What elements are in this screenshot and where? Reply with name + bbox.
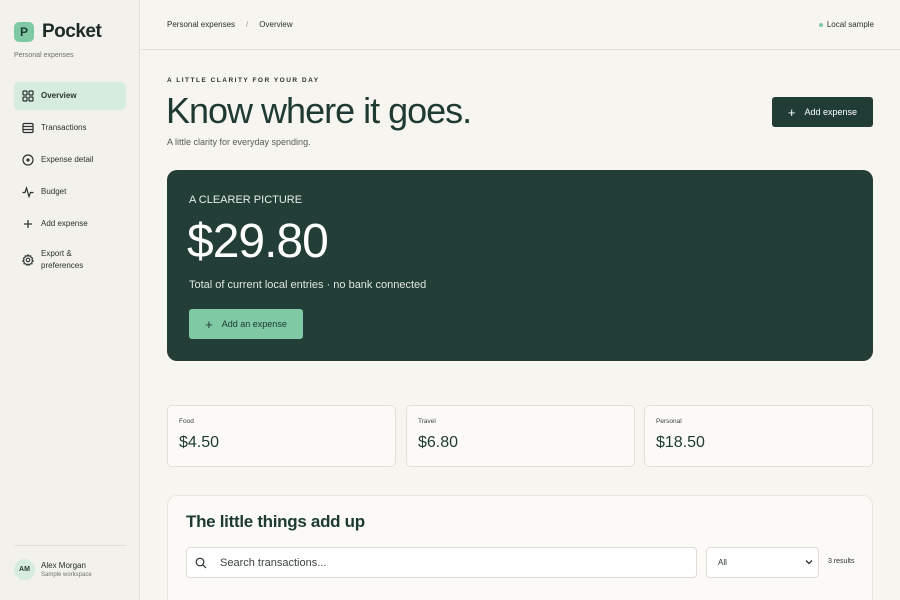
category-card-personal[interactable]: Personal $18.50 xyxy=(644,405,873,467)
search-icon xyxy=(195,557,207,568)
add-expense-label: Add expense xyxy=(804,107,858,117)
breadcrumb-item-overview: Overview xyxy=(259,20,293,29)
category-value: $4.50 xyxy=(179,434,220,451)
add-expense-button[interactable]: + Add expense xyxy=(772,97,873,127)
chevron-down-icon xyxy=(805,560,813,565)
page-subtitle: A little clarity for everyday spending. xyxy=(167,137,311,147)
category-name: Food xyxy=(179,418,194,425)
sidebar-item-label: Expense detail xyxy=(41,155,94,164)
sidebar-item-label: Budget xyxy=(41,187,67,196)
circle-info-icon xyxy=(22,154,34,166)
sidebar-item-label: Transactions xyxy=(41,123,87,132)
category-card-travel[interactable]: Travel $6.80 xyxy=(406,405,635,467)
search-input[interactable] xyxy=(220,556,660,569)
transactions-card: The little things add up All 3 results xyxy=(167,495,873,600)
user-name: Alex Morgan xyxy=(41,561,86,570)
category-name: Personal xyxy=(656,418,682,425)
list-icon xyxy=(22,122,34,134)
sidebar-item-overview[interactable]: Overview xyxy=(14,82,126,110)
status-label: Local sample xyxy=(826,20,874,29)
sidebar-item-expense-detail[interactable]: Expense detail xyxy=(14,146,126,174)
sidebar-item-add-expense[interactable]: Add expense xyxy=(14,210,126,238)
pulse-icon xyxy=(22,186,34,198)
grid-icon xyxy=(22,90,34,102)
plus-icon: + xyxy=(205,316,213,332)
sidebar-item-budget[interactable]: Budget xyxy=(14,178,126,206)
summary-hero-card: A CLEARER PICTURE $29.80 Total of curren… xyxy=(167,170,873,361)
breadcrumb: Personal expenses / Overview xyxy=(167,20,293,29)
total-amount: $29.80 xyxy=(187,215,329,268)
category-filter-select[interactable]: All xyxy=(706,547,819,578)
add-an-expense-button[interactable]: + Add an expense xyxy=(189,309,303,339)
avatar: AM xyxy=(14,559,35,580)
sidebar-item-label: Add expense xyxy=(41,219,88,228)
sidebar-item-label: Overview xyxy=(41,91,77,100)
category-card-food[interactable]: Food $4.50 xyxy=(167,405,396,467)
sidebar: P Pocket Personal expenses Overview Tran… xyxy=(0,0,140,600)
hero-kicker: A CLEARER PICTURE xyxy=(189,194,303,206)
sidebar-nav: Overview Transactions Expense detail Bud… xyxy=(14,82,126,282)
category-name: Travel xyxy=(418,418,436,425)
breadcrumb-separator: / xyxy=(246,20,249,29)
hero-caption: Total of current local entries · no bank… xyxy=(189,279,427,291)
brand-name: Pocket xyxy=(42,21,102,42)
plus-icon xyxy=(24,220,32,228)
search-field[interactable] xyxy=(186,547,697,578)
category-value: $6.80 xyxy=(418,434,459,451)
add-an-expense-label: Add an expense xyxy=(221,319,287,329)
sidebar-divider xyxy=(14,545,126,546)
topbar: Personal expenses / Overview Local sampl… xyxy=(141,0,900,50)
page-eyebrow: A LITTLE CLARITY FOR YOUR DAY xyxy=(167,77,320,84)
transactions-title: The little things add up xyxy=(186,512,365,531)
filter-value: All xyxy=(718,558,727,567)
plus-icon: + xyxy=(787,104,796,120)
brand-logo: P xyxy=(14,22,34,42)
page-title: Know where it goes. xyxy=(166,90,472,131)
sidebar-item-label: Export & preferences xyxy=(41,249,84,270)
user-workspace: Sample workspace xyxy=(41,572,92,578)
status-dot-icon xyxy=(818,22,823,27)
sidebar-item-export-preferences[interactable]: Export & preferences xyxy=(14,242,126,278)
user-profile[interactable]: AM Alex Morgan Sample workspace xyxy=(14,559,92,580)
results-count: 3 results xyxy=(828,558,855,565)
gear-icon xyxy=(22,254,34,266)
brand[interactable]: P Pocket xyxy=(14,21,102,43)
brand-subtitle: Personal expenses xyxy=(14,52,74,59)
breadcrumb-item-personal-expenses[interactable]: Personal expenses xyxy=(167,20,235,29)
category-value: $18.50 xyxy=(656,434,705,451)
status-indicator: Local sample xyxy=(818,20,874,29)
sidebar-item-transactions[interactable]: Transactions xyxy=(14,114,126,142)
